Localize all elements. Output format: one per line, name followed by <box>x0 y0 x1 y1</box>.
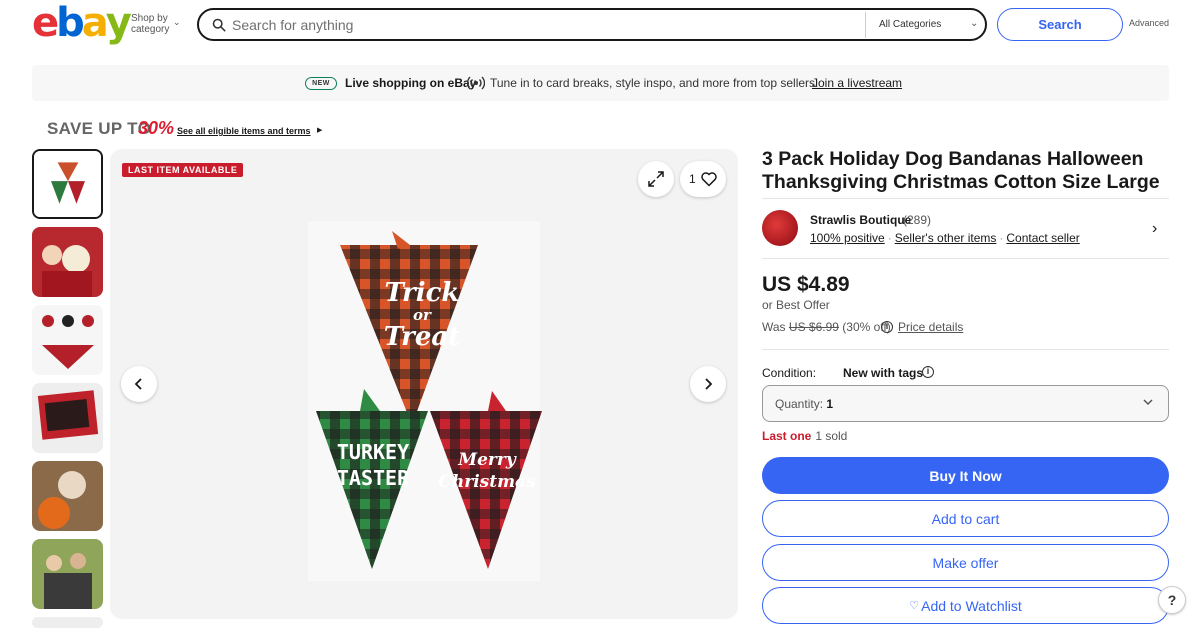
heart-icon: ♡ <box>909 600 920 612</box>
was-price-row: Was US $6.99 (30% off) <box>762 320 891 334</box>
next-image-button[interactable] <box>690 366 726 402</box>
seller-avatar[interactable] <box>762 210 798 246</box>
condition-value: New with tags <box>843 366 924 380</box>
livestream-icon <box>467 76 485 90</box>
logo-letter-b: b <box>56 0 85 46</box>
chevron-right-icon: ▶ <box>317 127 323 134</box>
thumbnail-family-dog[interactable] <box>32 539 103 609</box>
family-dog-thumb-icon <box>32 539 103 609</box>
new-badge: NEW <box>305 77 337 90</box>
thumbnail-bandana-sizes[interactable] <box>32 305 103 375</box>
seller-feedback-count[interactable]: (289) <box>903 213 931 227</box>
category-select[interactable]: All Categories <box>879 19 941 30</box>
make-offer-button[interactable]: Make offer <box>762 544 1169 581</box>
quantity-label: Quantity: <box>775 397 824 411</box>
divider <box>762 349 1169 350</box>
bandanas-illustration <box>308 221 542 581</box>
shop-by-line1: Shop by <box>131 13 168 24</box>
last-item-badge: LAST ITEM AVAILABLE <box>122 163 244 177</box>
item-price: US $4.89 <box>762 273 850 296</box>
separator: · <box>999 231 1004 245</box>
watchlist-label: Add to Watchlist <box>921 597 1022 614</box>
ebay-logo[interactable]: e b a y <box>32 0 132 46</box>
expand-icon <box>648 171 664 187</box>
shop-by-category[interactable]: Shop by category <box>131 13 169 35</box>
advanced-search-link[interactable]: Advanced <box>1129 18 1169 28</box>
divider <box>762 258 1169 259</box>
last-one-text: Last one <box>762 429 812 443</box>
expand-button[interactable] <box>638 161 674 197</box>
divider <box>762 198 1169 199</box>
quantity-select[interactable]: Quantity: 1 <box>762 385 1169 422</box>
bandana-text-trick: Trick or Treat <box>372 279 472 351</box>
logo-letter-e: e <box>32 0 59 46</box>
listing-title: 3 Pack Holiday Dog Bandanas Halloween Th… <box>762 148 1160 193</box>
bandana-text-line2: or <box>413 306 431 324</box>
bandana-text-turkey: TURKEY TASTER <box>318 439 428 491</box>
bandana-text-line1: Trick <box>384 278 460 308</box>
separator: · <box>887 231 892 245</box>
logo-letter-a: a <box>81 0 109 46</box>
buy-it-now-button[interactable]: Buy It Now <box>762 457 1169 494</box>
add-to-cart-button[interactable]: Add to cart <box>762 500 1169 537</box>
join-livestream-link[interactable]: Join a livestream <box>812 76 902 90</box>
bandana-text-merry: Merry Christmas <box>432 449 542 493</box>
thumbnail-package[interactable] <box>32 383 103 453</box>
watch-count: 1 <box>689 172 696 186</box>
was-label: Was <box>762 320 786 334</box>
bandana-text-line3: Treat <box>383 322 461 352</box>
sold-count: · 1 sold <box>808 429 848 443</box>
category-chevron-icon[interactable]: ⌄ <box>970 18 978 29</box>
seller-links: 100% positive · Seller's other items · Conta… <box>810 231 1080 245</box>
condition-label: Condition: <box>762 366 817 380</box>
quantity-value: 1 <box>826 397 834 411</box>
thumbnail-bandana[interactable] <box>32 149 103 219</box>
thumbnail-dog-pumpkin[interactable] <box>32 461 103 531</box>
best-offer-text: or Best Offer <box>762 298 830 312</box>
prev-image-button[interactable] <box>121 366 157 402</box>
chevron-right-icon[interactable]: › <box>1152 220 1157 238</box>
condition-info-icon[interactable]: i <box>922 366 934 378</box>
chevron-down-icon[interactable]: ⌄ <box>173 17 181 28</box>
shop-by-line2: category <box>131 24 170 35</box>
watch-count-button[interactable]: 1 <box>680 161 726 197</box>
thumbnail-more[interactable] <box>32 617 103 628</box>
seller-other-items-link[interactable]: Seller's other items <box>895 231 997 245</box>
promo-text: SAVE UP TO <box>47 119 152 138</box>
main-product-image[interactable]: Trick or Treat TURKEY TASTER Merry Chris… <box>110 149 738 619</box>
banner-title: Live shopping on eBay <box>345 76 477 90</box>
info-icon[interactable]: i <box>881 321 893 333</box>
search-icon <box>212 18 226 32</box>
heart-icon <box>701 172 717 187</box>
add-to-watchlist-button[interactable]: ♡ Add to Watchlist <box>762 587 1169 624</box>
seller-positive-link[interactable]: 100% positive <box>810 231 885 245</box>
promo-terms-link[interactable]: See all eligible items and terms <box>177 126 311 136</box>
dog-pumpkin-thumb-icon <box>32 461 103 531</box>
search-button[interactable]: Search <box>997 8 1123 41</box>
bandana-text-merry-line2: Christmas <box>438 472 536 492</box>
thumbnail-dog-kids[interactable] <box>32 227 103 297</box>
price-details-link[interactable]: Price details <box>898 320 963 334</box>
bandana-text-turkey-line2: TASTER <box>336 466 410 490</box>
dog-kids-thumb-icon <box>32 227 103 297</box>
promo-percent: 30% <box>138 118 175 138</box>
chevron-right-nav-icon <box>705 378 713 390</box>
search-input[interactable] <box>232 15 852 35</box>
banner-text: Tune in to card breaks, style inspo, and… <box>490 76 819 90</box>
contact-seller-link[interactable]: Contact seller <box>1006 231 1079 245</box>
was-price: US $6.99 <box>788 320 839 334</box>
bandana-text-turkey-line1: TURKEY <box>336 440 410 464</box>
bandana-sizes-thumb-icon <box>32 305 103 375</box>
search-bar: All Categories ⌄ <box>197 8 987 41</box>
bandana-text-merry-line1: Merry <box>458 450 516 470</box>
bandana-thumb-icon <box>34 151 101 217</box>
chevron-down-icon <box>1143 399 1153 406</box>
seller-name[interactable]: Strawlis Boutique <box>810 213 911 227</box>
logo-letter-y: y <box>105 0 132 46</box>
chevron-left-icon <box>134 378 142 390</box>
category-divider <box>865 12 866 38</box>
help-button[interactable]: ? <box>1158 586 1186 614</box>
package-thumb-icon <box>32 383 103 453</box>
quantity-text: Quantity: 1 <box>775 397 833 411</box>
